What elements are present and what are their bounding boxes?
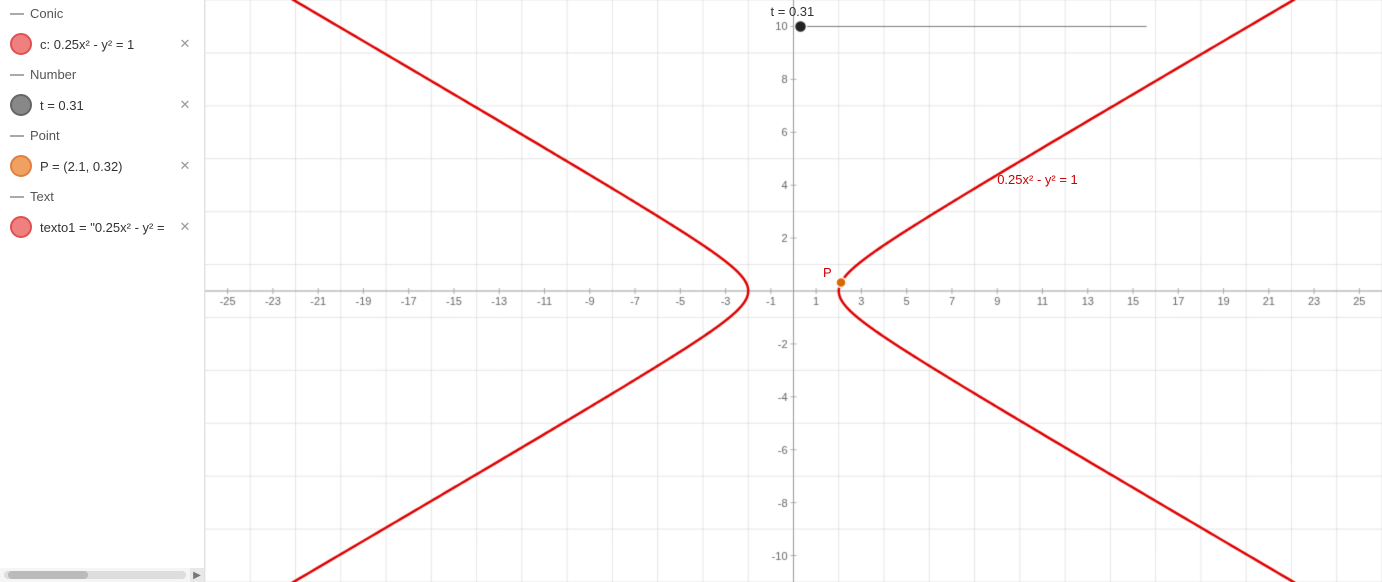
section-header-text[interactable]: Text [0, 183, 204, 210]
sidebar: Conic c: 0.25x² - y² = 1 ✕ Number t = 0.… [0, 0, 205, 582]
section-label-text: Text [30, 189, 194, 204]
section-collapse-point [10, 135, 24, 137]
list-item: P = (2.1, 0.32) ✕ [0, 149, 204, 183]
section-collapse-text [10, 196, 24, 198]
number-t-text[interactable]: t = 0.31 [40, 98, 168, 113]
graph-area[interactable]: t = 0.31 0.25x² - y² = 1 P [205, 0, 1382, 582]
sidebar-scrollbar[interactable]: ▶ [0, 568, 204, 582]
close-point-button[interactable]: ✕ [176, 157, 194, 175]
section-label-point: Point [30, 128, 194, 143]
list-item: texto1 = "0.25x² - y² = ✕ [0, 210, 204, 244]
section-label-number: Number [30, 67, 194, 82]
close-text-button[interactable]: ✕ [176, 218, 194, 236]
section-label-conic: Conic [30, 6, 194, 21]
section-header-point[interactable]: Point [0, 122, 204, 149]
graph-canvas [205, 0, 1382, 582]
close-conic-button[interactable]: ✕ [176, 35, 194, 53]
section-collapse-number [10, 74, 24, 76]
section-collapse-conic [10, 13, 24, 15]
conic-color-swatch[interactable] [10, 33, 32, 55]
scrollbar-track[interactable] [4, 571, 186, 579]
point-p-text[interactable]: P = (2.1, 0.32) [40, 159, 168, 174]
section-header-number[interactable]: Number [0, 61, 204, 88]
close-number-button[interactable]: ✕ [176, 96, 194, 114]
number-color-swatch[interactable] [10, 94, 32, 116]
text-texto1-text[interactable]: texto1 = "0.25x² - y² = [40, 220, 168, 235]
scrollbar-thumb[interactable] [8, 571, 88, 579]
sidebar-expand-arrow[interactable]: ▶ [190, 568, 204, 582]
conic-equation-text[interactable]: c: 0.25x² - y² = 1 [40, 37, 168, 52]
list-item: t = 0.31 ✕ [0, 88, 204, 122]
text-color-swatch[interactable] [10, 216, 32, 238]
section-header-conic[interactable]: Conic [0, 0, 204, 27]
list-item: c: 0.25x² - y² = 1 ✕ [0, 27, 204, 61]
point-color-swatch[interactable] [10, 155, 32, 177]
